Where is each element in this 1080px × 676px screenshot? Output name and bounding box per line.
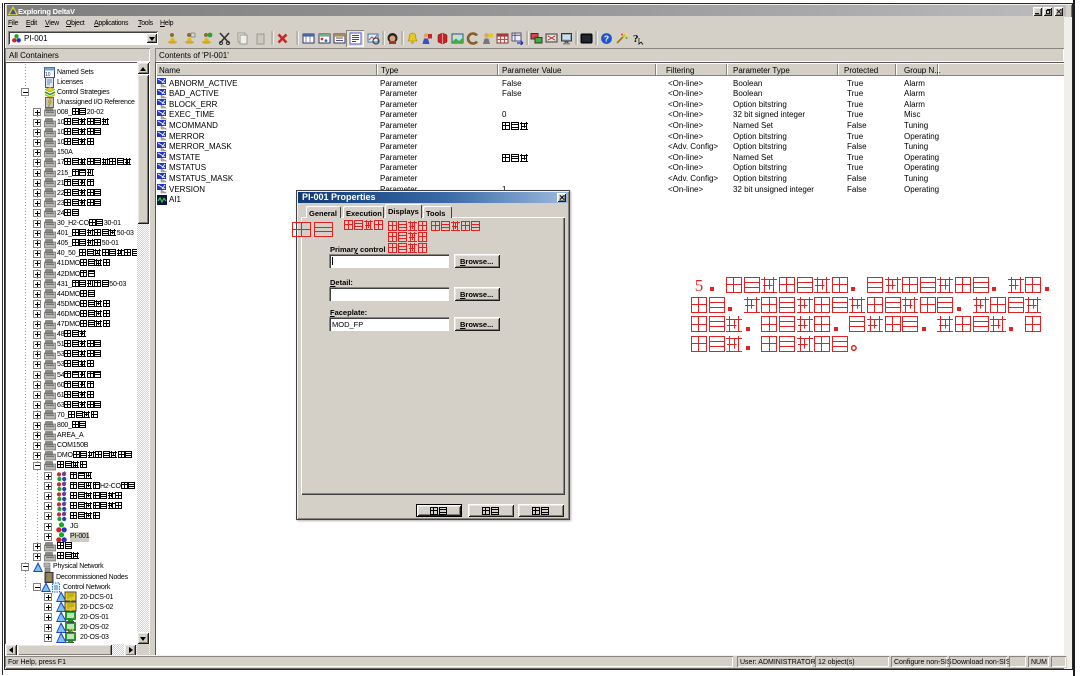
svg-text:?: ? — [604, 33, 609, 43]
svg-text:?: ? — [633, 33, 639, 45]
